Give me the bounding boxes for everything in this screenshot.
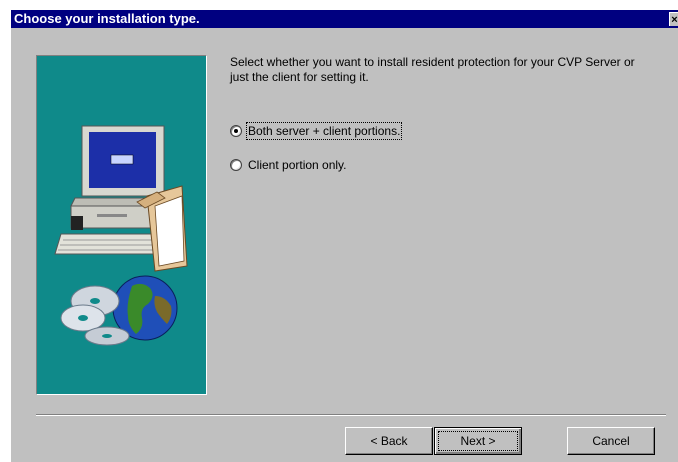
back-button-label: < Back: [370, 434, 408, 448]
cancel-button[interactable]: Cancel: [567, 427, 655, 455]
radio-client-only[interactable]: [230, 159, 242, 171]
back-button[interactable]: < Back: [345, 427, 433, 455]
computer-globe-illustration: [54, 125, 188, 346]
option-client-only-label[interactable]: Client portion only.: [248, 157, 347, 173]
close-button[interactable]: ×: [669, 12, 678, 26]
button-separator: [36, 414, 666, 416]
dialog-title: Choose your installation type.: [14, 11, 200, 26]
next-button[interactable]: Next >: [434, 427, 522, 455]
installer-dialog: Choose your installation type. × Select …: [10, 9, 678, 462]
radio-both-portions[interactable]: [230, 125, 242, 137]
title-bar[interactable]: Choose your installation type. ×: [11, 10, 678, 28]
installer-artwork: [36, 55, 207, 395]
cancel-button-label: Cancel: [592, 434, 630, 448]
radio-selected-dot: [234, 129, 238, 133]
option-both-portions-label[interactable]: Both server + client portions.: [245, 122, 403, 140]
next-focus-indicator: [438, 431, 518, 451]
instructions-text: Select whether you want to install resid…: [230, 55, 635, 84]
